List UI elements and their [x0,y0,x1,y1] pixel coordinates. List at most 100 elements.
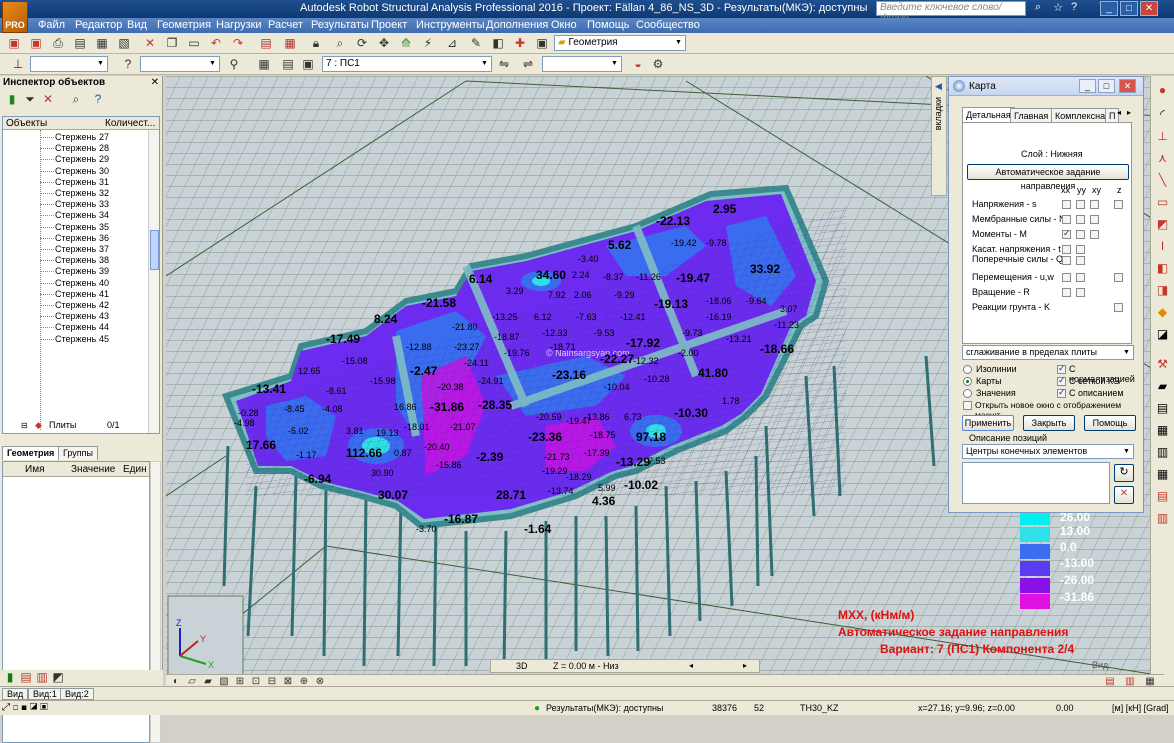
structure-icon[interactable]: ⟰ [398,36,414,51]
tab-geometry[interactable]: Геометрия [2,446,60,460]
grid-icon[interactable]: ▦ [1154,466,1171,482]
view-mode[interactable]: 3D [516,661,528,671]
filter-clear-icon[interactable]: ✕ [40,92,56,107]
tab-groups[interactable]: Группы [58,446,98,460]
redo-icon[interactable]: ↷ [230,36,246,51]
undo-icon[interactable]: ↶ [208,36,224,51]
menu-file[interactable]: Файл [38,19,65,31]
design-icon[interactable]: ✎ [468,36,484,51]
tab-view-2[interactable]: Вид:2 [60,688,94,700]
case-nav-icon[interactable]: ⇋ [496,57,512,72]
case-table-icon[interactable]: ▦ [256,57,272,72]
radio-isolines[interactable] [963,365,972,374]
screen-capture-icon[interactable]: ▦ [94,36,110,51]
model-icon[interactable]: ▮ [2,670,18,685]
checkbox-t-yy[interactable] [1076,245,1085,254]
minimize-button[interactable]: _ [1079,79,1096,93]
search-input[interactable]: Введите ключевое слово/фразу [876,1,1026,24]
tree-item-bar[interactable]: Стержень 28 [3,143,148,154]
chart-icon[interactable]: ⚡︎ [420,36,436,51]
beam-icon[interactable]: ⋏ [1154,150,1171,166]
help-icon[interactable]: ? [90,92,106,107]
new-icon[interactable]: ▣ [6,36,22,51]
star-icon[interactable]: ☆ [1050,1,1066,16]
delete-icon[interactable]: ✕ [142,36,158,51]
solid-icon[interactable]: ◩ [1154,216,1171,232]
menu-results[interactable]: Результаты [311,19,369,31]
tree-item-bar[interactable]: Стержень 29 [3,154,148,165]
checkbox-n-xx[interactable] [1062,215,1071,224]
column-name[interactable]: Имя [25,464,44,475]
tree-item-bar[interactable]: Стержень 44 [3,322,148,333]
arc-icon[interactable]: ◜ [1154,106,1171,122]
description-textbox[interactable] [962,462,1110,504]
checkbox-m-yy[interactable] [1076,230,1085,239]
list-icon[interactable]: ▥ [1154,444,1171,460]
table-icon[interactable]: ▦ [1154,422,1171,438]
column-unit[interactable]: Един [123,464,147,475]
checkbox-normalization[interactable] [1057,363,1066,374]
checkbox-t-xx[interactable] [1062,245,1071,254]
wrench-icon[interactable]: ✚ [512,36,528,51]
close-button[interactable]: ✕ [1119,79,1136,93]
menu-analysis[interactable]: Расчет [268,19,303,31]
node-select-icon[interactable]: ⊥ [10,57,26,72]
bar-select-icon[interactable]: ? [120,57,136,72]
column-count[interactable]: Количест... [105,118,155,129]
radio-maps[interactable] [963,377,972,386]
load-case-combo[interactable]: 7 : ПС1 ▼ [322,56,492,72]
node-selection-combo[interactable]: ▼ [30,56,108,72]
expand-icon[interactable]: ⊟ [21,420,28,431]
arrow-left-icon[interactable]: ◀ [935,81,942,92]
tree-item-plates[interactable]: ⊟ ◆ Плиты 0/1 [3,420,148,431]
status-icons[interactable]: ⤢ ◻ ◼ ◪ ▣ [2,702,48,713]
menu-loads[interactable]: Нагрузки [216,19,262,31]
tree-item-bar[interactable]: Стержень 34 [3,210,148,221]
rc-icon[interactable]: ▥ [34,670,50,685]
menu-edit[interactable]: Редактор [75,19,122,31]
book-icon[interactable]: ▤ [72,36,88,51]
print-icon[interactable]: ⎙ [50,36,66,51]
save-icon[interactable]: ▣ [28,36,44,51]
checkbox-m-xy[interactable] [1090,230,1099,239]
tree-item-bar[interactable]: Стержень 35 [3,222,148,233]
tree-item-bar[interactable]: Стержень 45 [3,334,148,345]
checkbox-fe-grid[interactable] [1057,375,1066,386]
checkbox-k-z[interactable] [1114,303,1123,312]
position-description-select[interactable]: Центры конечных элементов ▼ [962,444,1134,459]
tree-item-bar[interactable]: Стержень 32 [3,188,148,199]
tree-item-bar[interactable]: Стержень 30 [3,166,148,177]
app-logo[interactable]: PRO [2,1,28,33]
paste-icon[interactable]: ▭ [186,36,202,51]
checkbox-u-xx[interactable] [1062,273,1071,282]
checkbox-s-xx[interactable] [1062,200,1071,209]
checkbox-u-yy[interactable] [1076,273,1085,282]
binoculars-icon[interactable]: ⌕ [1030,1,1046,16]
steel-icon[interactable]: ▤ [18,670,34,685]
level-next-icon[interactable]: ▸ [743,661,747,670]
combination-icon[interactable]: ▤ [280,57,296,72]
section-icon[interactable]: Ι [1154,238,1171,254]
checkbox-m-xx[interactable] [1062,228,1071,239]
pan-icon[interactable]: ✥ [376,36,392,51]
mode-icon[interactable]: ⇌ [520,57,536,72]
table-icon[interactable]: ▤ [258,36,274,51]
close-dialog-button[interactable]: Закрыть [1023,415,1075,431]
case-icon[interactable]: ▣ [300,57,316,72]
menu-geometry[interactable]: Геометрия [157,19,211,31]
mesh-icon[interactable]: ◪ [1154,326,1171,342]
tab-scroll-left-icon[interactable]: ◂ [1117,108,1121,117]
checkbox-s-xy[interactable] [1090,200,1099,209]
tree-item-bar[interactable]: Стержень 41 [3,289,148,300]
tab-main[interactable]: Главная [1010,108,1053,123]
tree-item-bar[interactable]: Стержень 40 [3,278,148,289]
tab-scroll-right-icon[interactable]: ▸ [1127,108,1131,117]
checkbox-s-z[interactable] [1114,200,1123,209]
panel-icon[interactable]: ▭ [1154,194,1171,210]
tree-item-bar[interactable]: Стержень 42 [3,300,148,311]
help-icon[interactable]: ? [1066,1,1082,16]
auto-direction-button[interactable]: Автоматическое задание направления [967,164,1129,191]
tree-item-bar[interactable]: Стержень 43 [3,311,148,322]
bar-selection-combo[interactable]: ▼ [140,56,220,72]
results-icon[interactable]: ⊿ [444,36,460,51]
